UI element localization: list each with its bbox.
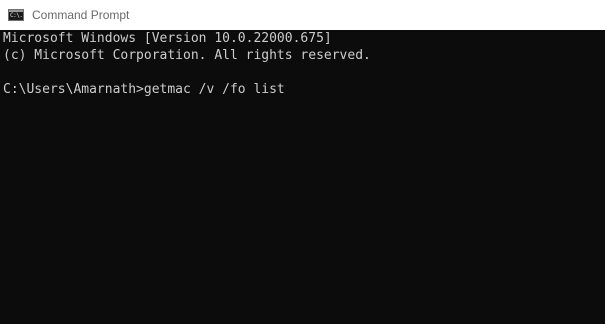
window-title: Command Prompt	[32, 8, 130, 22]
command-prompt-window: C:\. Command Prompt Microsoft Windows [V…	[0, 0, 605, 324]
cmd-icon: C:\.	[8, 9, 24, 21]
console-line-copyright: (c) Microsoft Corporation. All rights re…	[3, 48, 371, 63]
cmd-icon-text: C:\.	[10, 12, 23, 19]
console-line-version: Microsoft Windows [Version 10.0.22000.67…	[3, 31, 332, 46]
console-line-command: C:\Users\Amarnath>getmac /v /fo list	[3, 82, 285, 97]
title-bar[interactable]: C:\. Command Prompt	[0, 0, 605, 30]
console-output[interactable]: Microsoft Windows [Version 10.0.22000.67…	[0, 30, 605, 324]
